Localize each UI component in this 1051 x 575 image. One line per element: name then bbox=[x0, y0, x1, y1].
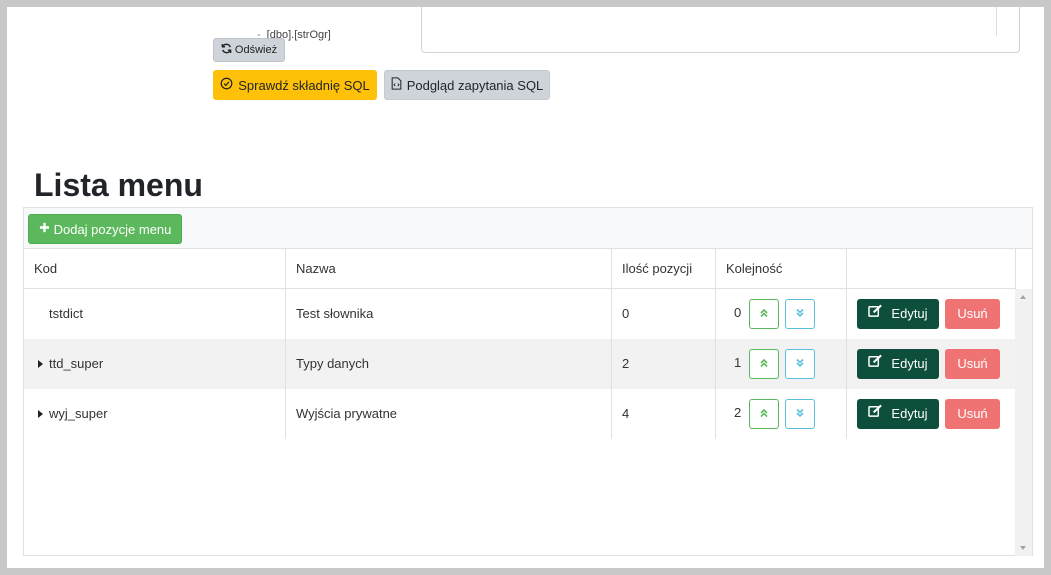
column-header-name[interactable]: Nazwa bbox=[286, 249, 612, 289]
refresh-label: Odśwież bbox=[234, 44, 278, 56]
cell-actions: Edytuj Usuń bbox=[847, 389, 1017, 439]
plus-icon bbox=[39, 221, 50, 237]
cell-count: 2 bbox=[612, 339, 716, 389]
edit-button[interactable]: Edytuj bbox=[857, 399, 939, 429]
cell-order: 0 bbox=[716, 289, 847, 339]
check-sql-button[interactable]: Sprawdź składnię SQL bbox=[213, 70, 377, 100]
column-header-order[interactable]: Kolejność bbox=[716, 249, 847, 289]
move-up-button[interactable] bbox=[749, 349, 779, 379]
cell-name: Typy danych bbox=[286, 339, 612, 389]
move-up-button[interactable] bbox=[749, 399, 779, 429]
delete-label: Usuń bbox=[957, 356, 988, 371]
table-row: wyj_super Wyjścia prywatne 4 2 Edytuj Us… bbox=[24, 389, 1016, 439]
page-title: Lista menu bbox=[34, 167, 203, 203]
cell-code: wyj_super bbox=[24, 389, 286, 439]
table-header: Kod Nazwa Ilość pozycji Kolejność bbox=[24, 249, 1032, 289]
table-row: tstdict Test słownika 0 0 Edytuj Usuń bbox=[24, 289, 1016, 339]
code-value: tstdict bbox=[49, 306, 83, 321]
cell-name: Test słownika bbox=[286, 289, 612, 339]
expand-arrow-icon[interactable] bbox=[38, 360, 43, 368]
expand-arrow-icon[interactable] bbox=[38, 410, 43, 418]
edit-icon bbox=[868, 289, 883, 339]
refresh-button[interactable]: Odśwież bbox=[213, 38, 285, 62]
delete-label: Usuń bbox=[957, 306, 988, 321]
cell-actions: Edytuj Usuń bbox=[847, 339, 1017, 389]
order-value: 1 bbox=[734, 355, 742, 370]
edit-button[interactable]: Edytuj bbox=[857, 349, 939, 379]
menu-list-panel: Dodaj pozycje menu Kod Nazwa Ilość pozyc… bbox=[23, 207, 1033, 556]
add-menu-item-label: Dodaj pozycje menu bbox=[53, 221, 172, 237]
edit-label: Edytuj bbox=[891, 306, 928, 321]
double-chevron-down-icon bbox=[795, 289, 805, 339]
order-value: 2 bbox=[734, 405, 742, 420]
move-up-button[interactable] bbox=[749, 299, 779, 329]
delete-button[interactable]: Usuń bbox=[945, 399, 1000, 429]
header-scroll-corner bbox=[1015, 249, 1032, 289]
move-down-button[interactable] bbox=[785, 349, 815, 379]
edit-label: Edytuj bbox=[891, 406, 928, 421]
double-chevron-down-icon bbox=[795, 389, 805, 439]
cell-name: Wyjścia prywatne bbox=[286, 389, 612, 439]
cell-count: 4 bbox=[612, 389, 716, 439]
edit-button[interactable]: Edytuj bbox=[857, 299, 939, 329]
edit-icon bbox=[868, 339, 883, 389]
preview-sql-label: Podgląd zapytania SQL bbox=[406, 77, 544, 93]
delete-label: Usuń bbox=[957, 406, 988, 421]
cell-code: ttd_super bbox=[24, 339, 286, 389]
delete-button[interactable]: Usuń bbox=[945, 349, 1000, 379]
table-scrollbar[interactable] bbox=[1015, 289, 1032, 556]
scroll-up-arrow-icon[interactable] bbox=[1020, 295, 1026, 299]
double-chevron-down-icon bbox=[795, 339, 805, 389]
move-down-button[interactable] bbox=[785, 399, 815, 429]
cell-code: tstdict bbox=[24, 289, 286, 339]
add-menu-item-button[interactable]: Dodaj pozycje menu bbox=[28, 214, 182, 244]
column-header-count[interactable]: Ilość pozycji bbox=[612, 249, 716, 289]
double-chevron-up-icon bbox=[759, 339, 769, 389]
editor-divider bbox=[996, 7, 997, 36]
column-header-code[interactable]: Kod bbox=[24, 249, 286, 289]
cell-actions: Edytuj Usuń bbox=[847, 289, 1017, 339]
delete-button[interactable]: Usuń bbox=[945, 299, 1000, 329]
preview-sql-button[interactable]: Podgląd zapytania SQL bbox=[384, 70, 550, 100]
sql-editor[interactable] bbox=[421, 7, 1020, 53]
toolbar: Dodaj pozycje menu bbox=[24, 208, 1032, 249]
double-chevron-up-icon bbox=[759, 289, 769, 339]
code-value: wyj_super bbox=[49, 406, 108, 421]
code-value: ttd_super bbox=[49, 356, 104, 371]
move-down-button[interactable] bbox=[785, 299, 815, 329]
check-circle-icon bbox=[220, 77, 233, 93]
page: - [dbo].[strOgr] Odśwież Sprawdź składnię… bbox=[7, 7, 1044, 568]
order-value: 0 bbox=[734, 305, 742, 320]
scroll-down-arrow-icon[interactable] bbox=[1020, 546, 1026, 550]
column-header-actions bbox=[847, 249, 1017, 289]
refresh-icon bbox=[221, 43, 232, 57]
double-chevron-up-icon bbox=[759, 389, 769, 439]
file-code-icon bbox=[391, 77, 402, 93]
check-sql-label: Sprawdź składnię SQL bbox=[238, 77, 370, 93]
cell-order: 2 bbox=[716, 389, 847, 439]
edit-icon bbox=[868, 389, 883, 439]
edit-label: Edytuj bbox=[891, 356, 928, 371]
cell-order: 1 bbox=[716, 339, 847, 389]
cell-count: 0 bbox=[612, 289, 716, 339]
table-row: ttd_super Typy danych 2 1 Edytuj Usuń bbox=[24, 339, 1016, 389]
